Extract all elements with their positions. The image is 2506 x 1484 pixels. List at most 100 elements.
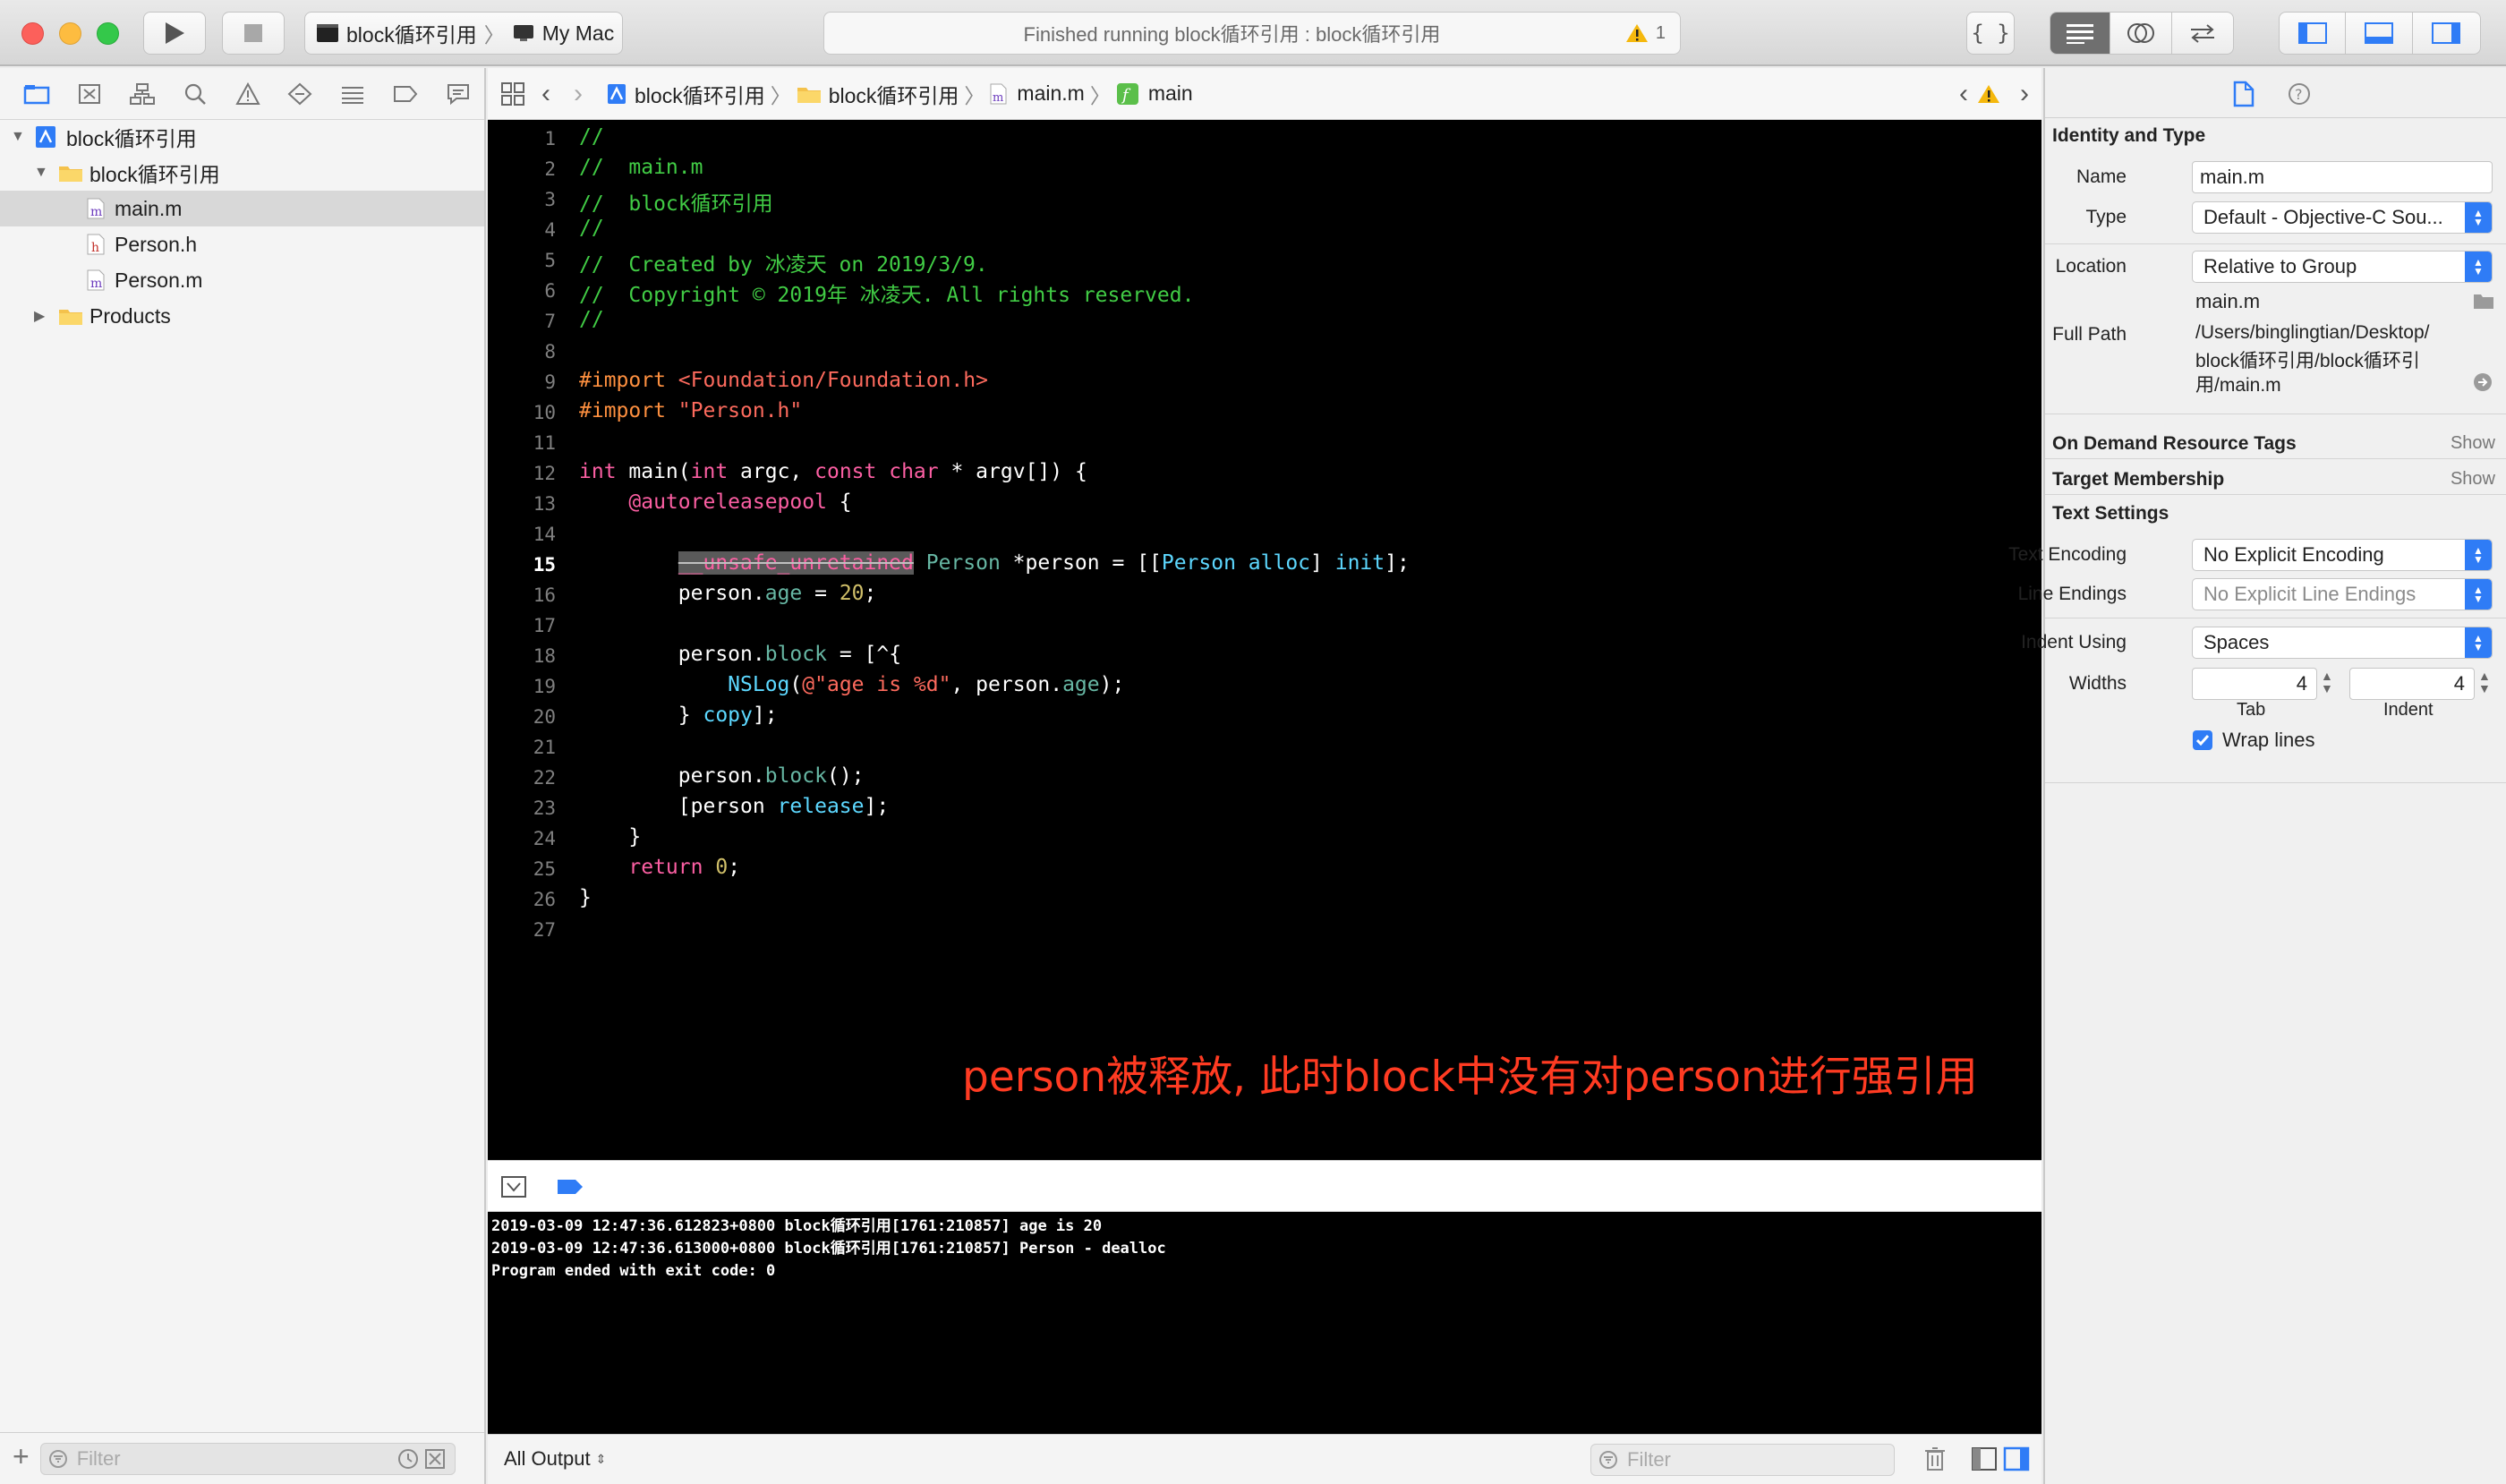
panel-toggle-segmented-control[interactable]: [2279, 12, 2481, 55]
name-field[interactable]: main.m: [2192, 161, 2493, 193]
variables-view-icon[interactable]: [1971, 1446, 1998, 1471]
line-number[interactable]: 1: [488, 128, 556, 149]
line-number[interactable]: 16: [488, 584, 556, 606]
source-control-filter-icon[interactable]: [424, 1448, 446, 1470]
version-editor-button[interactable]: [2172, 13, 2233, 54]
output-selector[interactable]: All Output ⇕: [504, 1447, 606, 1471]
line-number[interactable]: 27: [488, 919, 556, 941]
line-number[interactable]: 12: [488, 463, 556, 484]
breakpoints-toggle-icon[interactable]: [556, 1177, 586, 1197]
line-number[interactable]: 15: [488, 554, 556, 576]
wrap-lines-checkbox[interactable]: Wrap lines: [2192, 729, 2315, 752]
line-number[interactable]: 19: [488, 676, 556, 697]
line-number[interactable]: 14: [488, 524, 556, 545]
line-number[interactable]: 18: [488, 645, 556, 667]
nav-item-main-m[interactable]: m main.m: [0, 191, 484, 226]
line-number[interactable]: 11: [488, 432, 556, 454]
indent-width-stepper[interactable]: ▲ ▼: [2478, 670, 2491, 695]
tab-width-stepper[interactable]: ▲ ▼: [2321, 670, 2333, 695]
type-popup[interactable]: Default - Objective-C Sou... ▲ ▼: [2192, 201, 2493, 234]
hide-debug-area-icon[interactable]: [500, 1175, 527, 1198]
help-icon[interactable]: ?: [2288, 82, 2311, 106]
symbol-navigator-tab[interactable]: [116, 76, 169, 112]
folder-reveal-icon[interactable]: [2473, 292, 2494, 310]
navigator-filter-field[interactable]: Filter: [39, 1442, 456, 1475]
reveal-in-finder-icon[interactable]: [2473, 372, 2493, 392]
line-number[interactable]: 23: [488, 797, 556, 819]
line-number[interactable]: 25: [488, 858, 556, 880]
minimize-window-button[interactable]: [59, 22, 81, 45]
line-number[interactable]: 6: [488, 280, 556, 302]
warning-icon[interactable]: [1625, 22, 1649, 44]
back-chevron-icon[interactable]: ‹: [541, 79, 550, 109]
nav-item-project[interactable]: ▼ block循环引用: [0, 119, 484, 155]
library-button[interactable]: { }: [1966, 12, 2015, 55]
standard-editor-button[interactable]: [2050, 13, 2111, 54]
jumpbar-crumb-symbol[interactable]: main: [1148, 81, 1193, 106]
zoom-window-button[interactable]: [97, 22, 119, 45]
recent-files-icon[interactable]: [397, 1448, 419, 1470]
line-number[interactable]: 26: [488, 889, 556, 910]
toggle-navigator-button[interactable]: [2280, 13, 2347, 54]
editor-mode-segmented-control[interactable]: [2050, 12, 2234, 55]
jumpbar-crumb-group[interactable]: block循环引用: [829, 79, 959, 109]
target-membership-header[interactable]: Target Membership Show: [2045, 469, 2506, 490]
tab-width-field[interactable]: 4: [2192, 668, 2317, 700]
text-encoding-popup[interactable]: No Explicit Encoding ▲ ▼: [2192, 539, 2493, 571]
line-number[interactable]: 13: [488, 493, 556, 515]
report-navigator-tab[interactable]: [431, 76, 484, 112]
previous-issue-icon[interactable]: ‹: [1959, 79, 1968, 109]
line-number[interactable]: 22: [488, 767, 556, 789]
source-control-navigator-tab[interactable]: [64, 76, 116, 112]
stop-button[interactable]: [222, 12, 285, 55]
line-number[interactable]: 4: [488, 219, 556, 241]
disclosure-closed-icon[interactable]: ▶: [34, 307, 54, 325]
indent-width-field[interactable]: 4: [2349, 668, 2475, 700]
add-icon[interactable]: +: [13, 1440, 30, 1473]
line-number[interactable]: 10: [488, 402, 556, 423]
find-navigator-tab[interactable]: [168, 76, 221, 112]
console-output[interactable]: 2019-03-09 12:47:36.612823+0800 block循环引…: [488, 1212, 2041, 1434]
on-demand-tags-header[interactable]: On Demand Resource Tags Show: [2045, 433, 2506, 455]
line-number[interactable]: 8: [488, 341, 556, 362]
toggle-inspector-button[interactable]: [2413, 13, 2480, 54]
console-filter-field[interactable]: Filter: [1590, 1444, 1895, 1476]
location-popup[interactable]: Relative to Group ▲ ▼: [2192, 251, 2493, 283]
related-items-icon[interactable]: [500, 81, 525, 107]
nav-item-person-m[interactable]: m Person.m: [0, 262, 484, 298]
toggle-debug-area-button[interactable]: [2346, 13, 2413, 54]
scheme-selector[interactable]: block循环引用 〉 My Mac: [304, 12, 623, 55]
file-inspector-icon[interactable]: [2233, 81, 2255, 107]
trash-icon[interactable]: [1923, 1446, 1947, 1472]
project-navigator-tab[interactable]: [11, 76, 64, 112]
nav-item-person-h[interactable]: h Person.h: [0, 226, 484, 262]
breakpoint-navigator-tab[interactable]: [379, 76, 431, 112]
close-window-button[interactable]: [21, 22, 44, 45]
line-number[interactable]: 9: [488, 371, 556, 393]
assistant-editor-button[interactable]: [2110, 13, 2172, 54]
disclosure-open-icon[interactable]: ▼: [11, 129, 30, 145]
warning-icon[interactable]: [1977, 83, 2000, 105]
nav-item-products[interactable]: ▶ Products: [0, 298, 484, 334]
source-editor[interactable]: 1 2 3 4 5 6 7 8 9 10 11 12 13 14 15 16 17 18 19 20 21 22 23 24 2…: [488, 120, 2041, 1160]
line-number[interactable]: 24: [488, 828, 556, 849]
run-button[interactable]: [143, 12, 206, 55]
test-navigator-tab[interactable]: [274, 76, 327, 112]
line-number[interactable]: 20: [488, 706, 556, 728]
jumpbar-crumb-project[interactable]: block循环引用: [635, 79, 765, 109]
next-issue-icon[interactable]: ›: [2020, 79, 2029, 109]
line-number[interactable]: 17: [488, 615, 556, 636]
jumpbar-crumb-file[interactable]: main.m: [1017, 81, 1084, 106]
forward-chevron-icon[interactable]: ›: [574, 79, 583, 109]
line-number[interactable]: 5: [488, 250, 556, 271]
line-number[interactable]: 21: [488, 737, 556, 758]
indent-using-popup[interactable]: Spaces ▲ ▼: [2192, 627, 2493, 659]
console-view-icon[interactable]: [2003, 1446, 2030, 1471]
debug-navigator-tab[interactable]: [327, 76, 379, 112]
issue-navigator-tab[interactable]: [221, 76, 274, 112]
disclosure-open-icon[interactable]: ▼: [34, 165, 54, 181]
line-number[interactable]: 2: [488, 158, 556, 180]
line-number[interactable]: 7: [488, 311, 556, 332]
line-number[interactable]: 3: [488, 189, 556, 210]
line-endings-popup[interactable]: No Explicit Line Endings ▲ ▼: [2192, 578, 2493, 610]
